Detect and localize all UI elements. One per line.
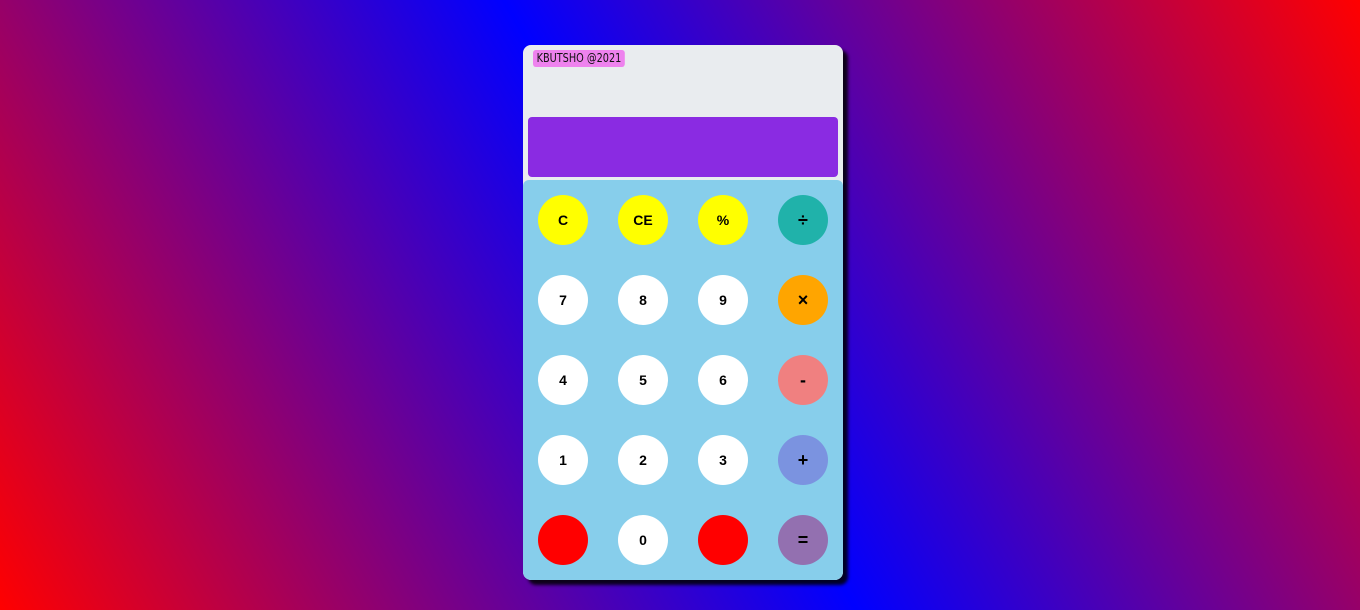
- digit-9-button[interactable]: 9: [698, 275, 748, 325]
- brand-badge: KBUTSHO @2021: [533, 50, 625, 67]
- clear-entry-button[interactable]: CE: [618, 195, 668, 245]
- add-button[interactable]: +: [778, 435, 828, 485]
- display-screen: [528, 117, 838, 177]
- digit-0-button[interactable]: 0: [618, 515, 668, 565]
- percent-button[interactable]: %: [698, 195, 748, 245]
- calculator: KBUTSHO @2021 C CE % ÷ 7 8 9 × 4 5 6 - 1…: [523, 45, 843, 580]
- equals-button[interactable]: =: [778, 515, 828, 565]
- digit-1-button[interactable]: 1: [538, 435, 588, 485]
- keypad: C CE % ÷ 7 8 9 × 4 5 6 - 1 2 3 + 0 =: [523, 180, 843, 580]
- digit-6-button[interactable]: 6: [698, 355, 748, 405]
- blank-left-button[interactable]: [538, 515, 588, 565]
- blank-right-button[interactable]: [698, 515, 748, 565]
- digit-3-button[interactable]: 3: [698, 435, 748, 485]
- digit-2-button[interactable]: 2: [618, 435, 668, 485]
- digit-8-button[interactable]: 8: [618, 275, 668, 325]
- clear-button[interactable]: C: [538, 195, 588, 245]
- digit-7-button[interactable]: 7: [538, 275, 588, 325]
- divide-button[interactable]: ÷: [778, 195, 828, 245]
- subtract-button[interactable]: -: [778, 355, 828, 405]
- digit-4-button[interactable]: 4: [538, 355, 588, 405]
- multiply-button[interactable]: ×: [778, 275, 828, 325]
- digit-5-button[interactable]: 5: [618, 355, 668, 405]
